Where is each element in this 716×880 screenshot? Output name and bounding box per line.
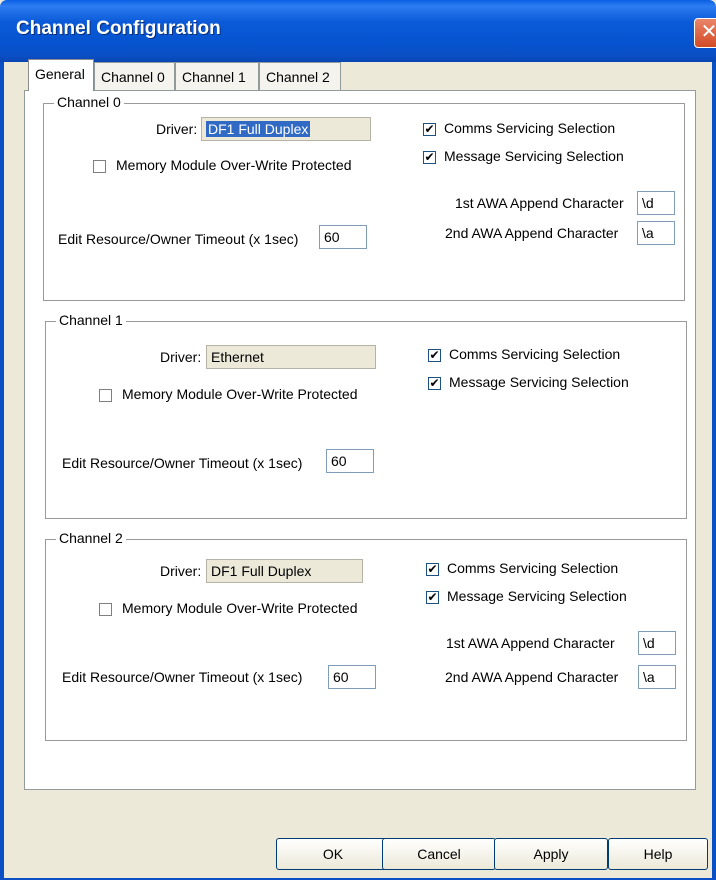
channel-0-awa2-input[interactable]: \a [637,221,675,245]
help-button[interactable]: Help [608,838,708,870]
channel-0-memory-protect-label: Memory Module Over-Write Protected [116,157,352,173]
check-icon: ✔ [427,562,438,576]
window-title: Channel Configuration [16,18,221,39]
channel-1-timeout-label: Edit Resource/Owner Timeout (x 1sec) [62,455,303,471]
channel-0-message-checkbox[interactable]: ✔ [423,151,436,164]
channel-1-group: Channel 1 Driver: Ethernet Memory Module… [45,312,687,519]
channel-0-awa1-label: 1st AWA Append Character [455,195,624,211]
close-icon: ✕ [700,21,716,43]
channel-2-memory-protect-label: Memory Module Over-Write Protected [122,600,358,616]
channel-0-driver-field[interactable]: DF1 Full Duplex [201,117,371,141]
tab-channel-2[interactable]: Channel 2 [259,62,341,90]
check-icon: ✔ [427,590,438,604]
close-button[interactable]: ✕ [694,18,716,48]
check-icon: ✔ [429,376,440,390]
channel-2-memory-protect-checkbox[interactable] [99,603,112,616]
channel-1-title: Channel 1 [56,312,126,328]
channel-0-message-label: Message Servicing Selection [444,148,624,164]
channel-1-memory-protect-label: Memory Module Over-Write Protected [122,386,358,402]
channel-0-awa1-input[interactable]: \d [637,191,675,215]
channel-2-awa1-label: 1st AWA Append Character [446,635,615,651]
title-bar: Channel Configuration [0,0,716,62]
channel-2-awa1-input[interactable]: \d [638,631,676,655]
channel-1-driver-label: Driver: [160,349,202,365]
check-icon: ✔ [429,348,440,362]
ok-button[interactable]: OK [276,838,390,870]
channel-0-timeout-input[interactable]: 60 [319,225,367,249]
window-frame-right [712,62,716,880]
channel-1-message-label: Message Servicing Selection [449,374,629,390]
channel-1-timeout-input[interactable]: 60 [326,449,374,473]
tab-general[interactable]: General [28,59,94,91]
channel-2-awa2-label: 2nd AWA Append Character [445,669,619,685]
apply-button[interactable]: Apply [494,838,608,870]
check-icon: ✔ [424,150,435,164]
channel-2-message-checkbox[interactable]: ✔ [426,591,439,604]
channel-2-driver-label: Driver: [160,563,202,579]
window-frame-left [0,62,4,880]
channel-0-title: Channel 0 [54,94,124,110]
channel-2-title: Channel 2 [56,530,126,546]
channel-2-driver-field[interactable]: DF1 Full Duplex [206,559,363,583]
channel-1-message-checkbox[interactable]: ✔ [428,377,441,390]
check-icon: ✔ [424,122,435,136]
channel-0-group: Channel 0 Driver: DF1 Full Duplex Memory… [43,94,685,301]
channel-1-driver-field[interactable]: Ethernet [206,345,376,369]
tab-panel-general: Channel 0 Driver: DF1 Full Duplex Memory… [24,90,696,790]
channel-1-comms-checkbox[interactable]: ✔ [428,349,441,362]
channel-2-comms-label: Comms Servicing Selection [447,560,619,576]
channel-1-comms-label: Comms Servicing Selection [449,346,621,362]
tab-channel-0[interactable]: Channel 0 [94,62,175,90]
channel-2-comms-checkbox[interactable]: ✔ [426,563,439,576]
channel-0-comms-checkbox[interactable]: ✔ [423,123,436,136]
channel-2-timeout-label: Edit Resource/Owner Timeout (x 1sec) [62,669,303,685]
channel-0-comms-label: Comms Servicing Selection [444,120,616,136]
channel-0-timeout-label: Edit Resource/Owner Timeout (x 1sec) [58,231,299,247]
channel-2-group: Channel 2 Driver: DF1 Full Duplex Memory… [45,530,687,741]
channel-2-message-label: Message Servicing Selection [447,588,627,604]
channel-0-memory-protect-checkbox[interactable] [93,160,106,173]
channel-0-awa2-label: 2nd AWA Append Character [445,225,619,241]
channel-0-driver-label: Driver: [156,121,198,137]
channel-2-timeout-input[interactable]: 60 [328,665,376,689]
channel-0-driver-value: DF1 Full Duplex [206,121,311,137]
channel-1-memory-protect-checkbox[interactable] [99,389,112,402]
tab-channel-1[interactable]: Channel 1 [175,62,259,90]
cancel-button[interactable]: Cancel [382,838,496,870]
channel-2-awa2-input[interactable]: \a [638,665,676,689]
